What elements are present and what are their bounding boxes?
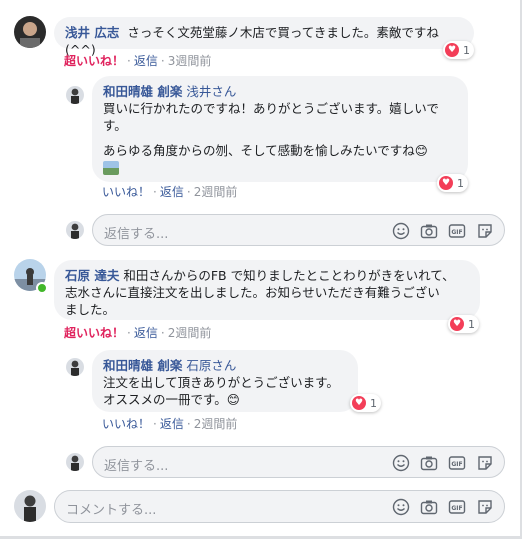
avatar[interactable]	[66, 86, 84, 104]
svg-text:GIF: GIF	[451, 461, 462, 468]
sticker-icon[interactable]	[476, 454, 494, 472]
comment-text: 和田さんからのFB で知りましたとことわりがきをいれて、	[123, 268, 455, 283]
gif-icon[interactable]: GIF	[448, 222, 466, 240]
online-status-icon	[36, 282, 48, 294]
reply-text: あらゆる角度からの刎、そして感動を愉しみたいですね😊	[103, 143, 428, 158]
reaction-count[interactable]: ♥ 1	[437, 174, 468, 192]
comment-input-placeholder: コメントする...	[66, 503, 157, 518]
reply-text: 注文を出して頂きありがとうございます。	[103, 375, 339, 390]
comment-author[interactable]: 浅井 広志	[65, 25, 119, 40]
gif-icon[interactable]: GIF	[448, 454, 466, 472]
love-icon: ♥	[450, 317, 464, 331]
camera-icon[interactable]	[420, 498, 438, 516]
reply-button[interactable]: 返信	[160, 185, 184, 199]
avatar[interactable]	[14, 490, 46, 522]
reaction-count[interactable]: ♥ 1	[350, 394, 381, 412]
reply-author[interactable]: 和田晴雄 創楽	[103, 358, 182, 373]
reply-input[interactable]: 返信する... GIF	[92, 214, 505, 246]
comment-text: 志水さんに直接注文を出しました。お知らせいただき有難うござい	[65, 285, 440, 300]
reaction-count[interactable]: ♥ 1	[443, 41, 474, 59]
reply-text: 買いに行かれたのですね！ありがとうございます。嬉しいで	[103, 101, 439, 116]
love-icon: ♥	[445, 43, 459, 57]
timestamp[interactable]: 2週間前	[194, 417, 238, 431]
avatar[interactable]	[66, 358, 84, 376]
camera-icon[interactable]	[420, 454, 438, 472]
comment-bubble: 浅井 広志 さっそく文苑堂藤ノ木店で買ってきました。素敵ですね(^^)	[54, 17, 474, 57]
reply-button[interactable]: 返信	[160, 417, 184, 431]
like-button[interactable]: 超いいね！	[64, 54, 124, 68]
love-icon: ♥	[439, 176, 453, 190]
avatar[interactable]	[66, 221, 84, 239]
like-button[interactable]: いいね！	[102, 185, 150, 199]
reply-input-placeholder: 返信する...	[104, 459, 169, 474]
mention[interactable]: 浅井さん	[186, 84, 236, 99]
image-thumbnail-icon[interactable]	[103, 161, 119, 175]
timestamp[interactable]: 2週間前	[168, 326, 212, 340]
reply-input[interactable]: 返信する... GIF	[92, 446, 505, 478]
comment-bubble: 石原 達夫 和田さんからのFB で知りましたとことわりがきをいれて、 志水さんに…	[54, 260, 480, 320]
reply-author[interactable]: 和田晴雄 創楽	[103, 84, 182, 99]
svg-text:GIF: GIF	[451, 505, 462, 512]
reply-bubble: 和田晴雄 創楽 石原さん 注文を出して頂きありがとうございます。 オススメの一冊…	[92, 350, 358, 412]
smiley-icon[interactable]	[392, 498, 410, 516]
reply-actions: いいね！ · 返信 · 2週間前	[102, 417, 238, 431]
sticker-icon[interactable]	[476, 498, 494, 516]
gif-icon[interactable]: GIF	[448, 498, 466, 516]
comment-actions: 超いいね！ · 返信 · 3週間前	[64, 54, 212, 68]
comment-input[interactable]: コメントする... GIF	[54, 490, 505, 523]
svg-text:GIF: GIF	[451, 229, 462, 236]
reply-input-placeholder: 返信する...	[104, 227, 169, 242]
love-icon: ♥	[352, 396, 366, 410]
comment-actions: 超いいね！ · 返信 · 2週間前	[64, 326, 212, 340]
camera-icon[interactable]	[420, 222, 438, 240]
timestamp[interactable]: 2週間前	[194, 185, 238, 199]
comment-text: ました。	[65, 302, 116, 317]
avatar[interactable]	[66, 453, 84, 471]
reply-button[interactable]: 返信	[134, 54, 158, 68]
smiley-icon[interactable]	[392, 222, 410, 240]
sticker-icon[interactable]	[476, 222, 494, 240]
reply-bubble: 和田晴雄 創楽 浅井さん 買いに行かれたのですね！ありがとうございます。嬉しいで…	[92, 76, 468, 182]
like-button[interactable]: 超いいね！	[64, 326, 124, 340]
reply-text: す。	[103, 118, 127, 133]
avatar[interactable]	[14, 16, 46, 48]
reply-actions: いいね！ · 返信 · 2週間前	[102, 185, 238, 199]
comment-author[interactable]: 石原 達夫	[65, 268, 119, 283]
smiley-icon[interactable]	[392, 454, 410, 472]
reaction-count[interactable]: ♥ 1	[448, 315, 479, 333]
reply-text: オススメの一冊です。😊	[103, 392, 240, 407]
like-button[interactable]: いいね！	[102, 417, 150, 431]
reply-button[interactable]: 返信	[134, 326, 158, 340]
mention[interactable]: 石原さん	[186, 358, 236, 373]
timestamp[interactable]: 3週間前	[168, 54, 212, 68]
